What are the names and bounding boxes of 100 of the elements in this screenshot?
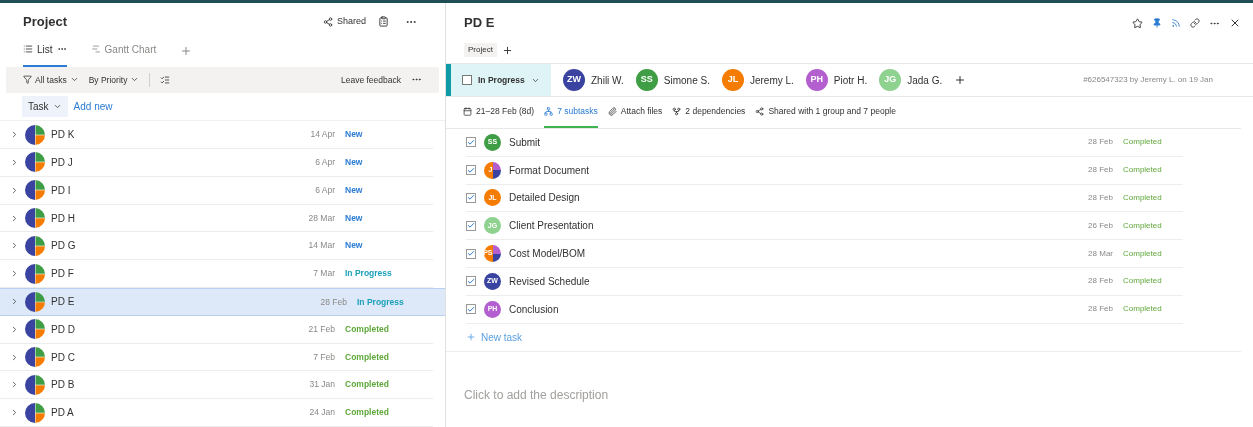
expand-icon[interactable] bbox=[10, 213, 19, 223]
subtask-checkbox[interactable] bbox=[466, 276, 476, 287]
star-icon[interactable] bbox=[1132, 17, 1143, 29]
filter-dropdown[interactable]: All tasks bbox=[23, 73, 79, 87]
expand-icon[interactable] bbox=[10, 269, 19, 279]
project-tag: Project bbox=[464, 43, 497, 57]
group-avatar-icon bbox=[25, 263, 45, 284]
link-icon[interactable] bbox=[1190, 18, 1200, 28]
expand-icon[interactable] bbox=[10, 408, 19, 418]
subtask-name: Conclusion bbox=[509, 302, 560, 317]
task-status: Completed bbox=[345, 406, 390, 419]
info-link[interactable]: 2 dependencies bbox=[672, 97, 746, 128]
info-link[interactable]: 21–28 Feb (8d) bbox=[463, 97, 535, 128]
add-person-icon[interactable] bbox=[954, 74, 967, 86]
subtask-name: Client Presentation bbox=[509, 219, 595, 234]
add-tag-icon[interactable] bbox=[501, 44, 513, 56]
filter-icon bbox=[23, 75, 32, 85]
task-status: In Progress bbox=[345, 267, 393, 280]
expand-icon[interactable] bbox=[10, 130, 19, 140]
shared-button[interactable]: Shared bbox=[322, 15, 366, 29]
task-name: PD J bbox=[51, 155, 74, 170]
add-new-link[interactable]: Add new bbox=[73, 99, 113, 115]
subtask-checkbox[interactable] bbox=[466, 193, 476, 203]
info-link[interactable]: 7 subtasks bbox=[544, 97, 598, 128]
expand-icon[interactable] bbox=[10, 380, 19, 390]
task-date: 6 Apr bbox=[314, 183, 335, 197]
subtask-name: Cost Model/BOM bbox=[509, 247, 587, 262]
status-dropdown[interactable]: In Progress bbox=[446, 64, 551, 96]
task-row[interactable]: PD B 31 Jan Completed bbox=[0, 371, 433, 400]
subtask-status: Completed bbox=[1123, 303, 1163, 316]
subtask-name: Detailed Design bbox=[509, 191, 581, 206]
subtask-date: 26 Feb bbox=[1087, 219, 1113, 232]
subtask-checkbox[interactable] bbox=[466, 165, 476, 176]
subtask-date: 28 Feb bbox=[1087, 136, 1113, 149]
subtasks-icon bbox=[544, 107, 554, 116]
group-avatar-icon bbox=[25, 291, 45, 312]
task-row[interactable]: PD H 28 Mar New bbox=[0, 204, 433, 233]
info-link[interactable]: Shared with 1 group and 7 people bbox=[755, 97, 896, 128]
task-row[interactable]: PD A 24 Jan Completed bbox=[0, 399, 433, 427]
subtask-checkbox[interactable] bbox=[466, 248, 476, 259]
person-avatar: PH bbox=[805, 69, 828, 91]
calendar-icon bbox=[463, 107, 472, 116]
subtask-checkbox[interactable] bbox=[466, 220, 476, 231]
task-date: 24 Jan bbox=[308, 406, 335, 419]
task-name: PD F bbox=[51, 267, 75, 282]
clipboard-icon[interactable] bbox=[378, 16, 389, 28]
group-avatar-icon bbox=[25, 235, 45, 256]
pin-icon[interactable] bbox=[1152, 18, 1162, 28]
paperclip-icon bbox=[607, 107, 617, 116]
subtask-checkbox[interactable] bbox=[466, 304, 476, 315]
expand-icon[interactable] bbox=[10, 324, 19, 334]
task-name: PD D bbox=[51, 322, 76, 337]
expand-icon[interactable] bbox=[10, 185, 19, 195]
share-icon bbox=[322, 16, 333, 27]
group-avatar-icon bbox=[25, 347, 45, 367]
group-avatar-icon bbox=[25, 319, 45, 340]
task-date: 7 Feb bbox=[312, 350, 335, 364]
dependency-icon bbox=[672, 107, 682, 116]
task-row[interactable]: PD G 14 Mar New bbox=[0, 232, 433, 261]
expand-icon[interactable] bbox=[10, 297, 19, 307]
plus-icon bbox=[466, 332, 476, 343]
task-row[interactable]: PD I 6 Apr New bbox=[0, 176, 433, 205]
filter-dropdown[interactable]: By Priority bbox=[88, 73, 140, 87]
subtask-status: Completed bbox=[1123, 164, 1163, 177]
view-tab[interactable]: Gantt Chart bbox=[90, 41, 157, 67]
subtask-checkbox[interactable] bbox=[466, 137, 476, 148]
task-row[interactable]: PD J 6 Apr New bbox=[0, 149, 433, 177]
task-meta: #626547323 by Jeremy L. on 19 Jan bbox=[1083, 74, 1213, 86]
task-date: 31 Jan bbox=[308, 378, 335, 392]
subtask-status: Completed bbox=[1123, 247, 1163, 260]
task-row[interactable]: PD C 7 Feb Completed bbox=[0, 343, 433, 372]
task-dropdown[interactable]: Task bbox=[22, 96, 68, 118]
subtask-name: Submit bbox=[509, 135, 542, 150]
task-date: 28 Feb bbox=[319, 295, 347, 309]
subtask-status: Completed bbox=[1123, 192, 1163, 204]
task-date: 28 Mar bbox=[307, 211, 335, 225]
subtask-name: Revised Schedule bbox=[509, 274, 591, 289]
status-checkbox[interactable] bbox=[462, 75, 472, 85]
task-name: PD C bbox=[51, 350, 76, 365]
gantt-icon bbox=[90, 44, 101, 55]
feedback-link[interactable]: Leave feedback bbox=[340, 73, 401, 87]
task-name: PD A bbox=[51, 406, 75, 421]
info-link[interactable]: Attach files bbox=[607, 97, 663, 128]
task-row[interactable]: PD E 28 Feb In Progress bbox=[0, 288, 445, 316]
expand-icon[interactable] bbox=[10, 157, 19, 167]
close-icon[interactable] bbox=[1229, 17, 1241, 29]
expand-icon[interactable] bbox=[10, 352, 19, 362]
checklist-icon[interactable] bbox=[160, 74, 171, 85]
subtask-status: Completed bbox=[1123, 136, 1163, 149]
person-avatar: SS bbox=[635, 69, 658, 91]
task-date: 14 Apr bbox=[309, 128, 335, 141]
task-name: PD E bbox=[51, 295, 76, 310]
expand-icon[interactable] bbox=[10, 241, 19, 251]
task-name: PD G bbox=[51, 239, 77, 254]
task-row[interactable]: PD K 14 Apr New bbox=[0, 121, 433, 150]
feed-icon[interactable] bbox=[1171, 18, 1181, 28]
pane-title: Project bbox=[23, 13, 69, 32]
subtask-date: 28 Feb bbox=[1087, 164, 1113, 177]
task-row[interactable]: PD D 21 Feb Completed bbox=[0, 315, 433, 344]
detail-title: PD E bbox=[464, 14, 496, 33]
